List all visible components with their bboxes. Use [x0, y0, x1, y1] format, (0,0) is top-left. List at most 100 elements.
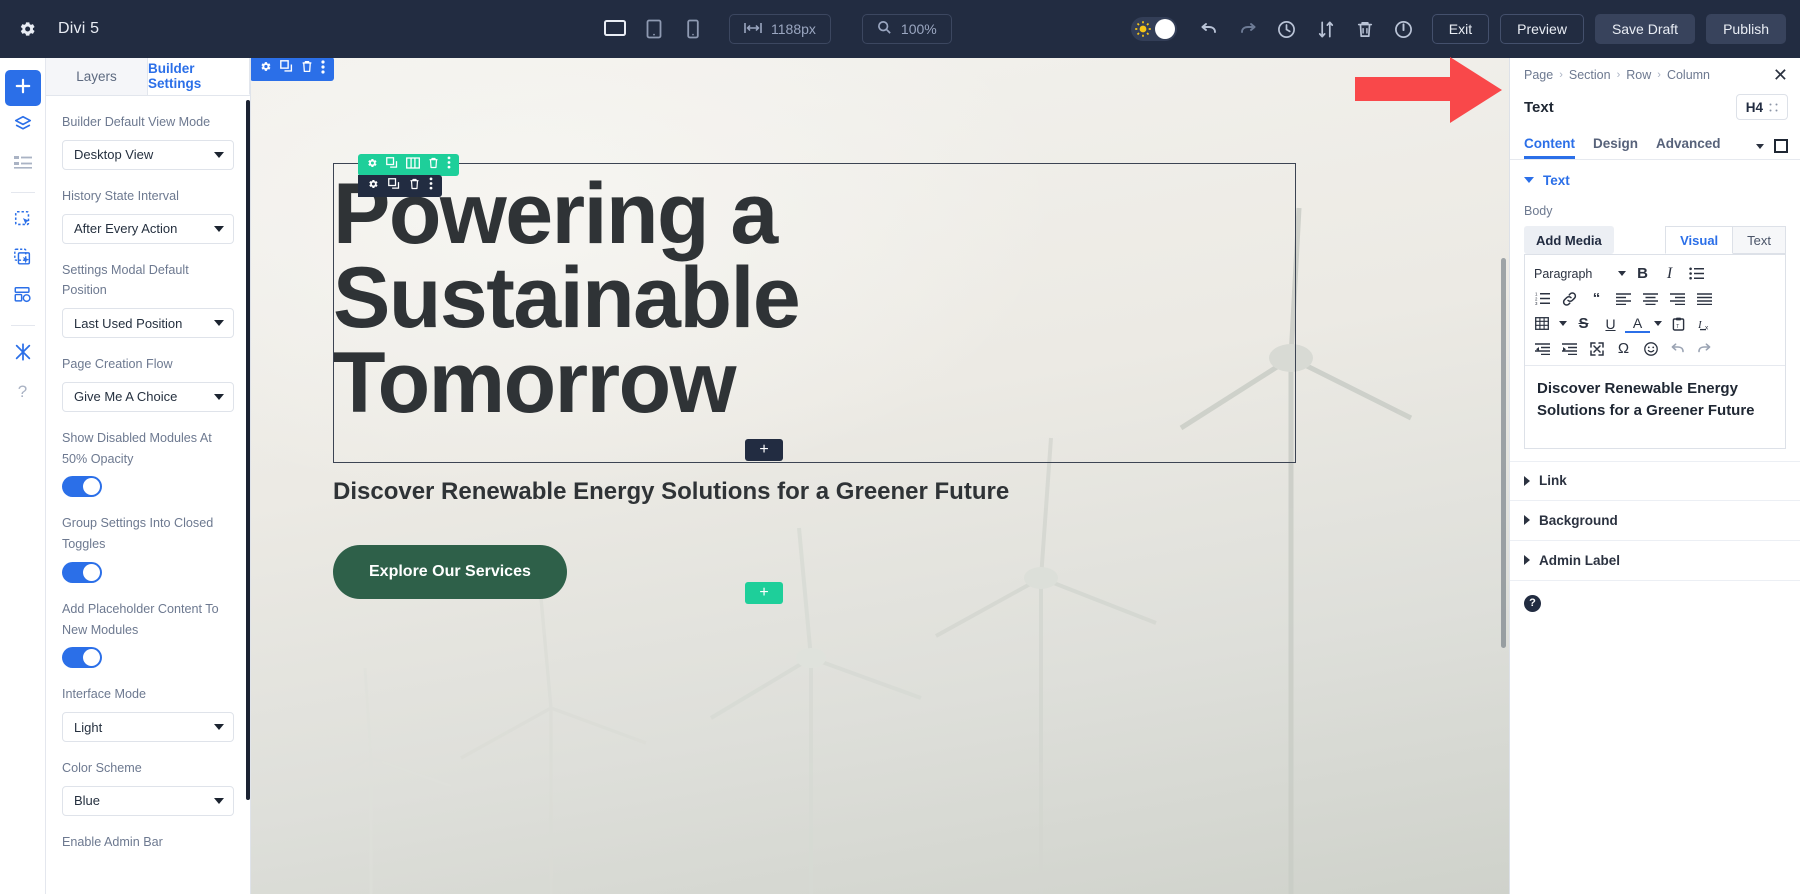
trash-icon[interactable]	[409, 177, 420, 195]
explore-our-services-button[interactable]: Explore Our Services	[333, 545, 567, 599]
tab-text[interactable]: Text	[1733, 226, 1786, 254]
group-background-header[interactable]: Background	[1510, 501, 1800, 541]
bulleted-list-icon[interactable]	[1684, 262, 1709, 286]
emoji-icon[interactable]	[1638, 337, 1663, 361]
zoom-level-field[interactable]: 100%	[862, 14, 952, 44]
numbered-list-icon[interactable]: 123	[1530, 287, 1555, 311]
text-color-icon[interactable]: A	[1625, 314, 1650, 333]
fullscreen-icon[interactable]	[1584, 337, 1609, 361]
align-justify-icon[interactable]	[1692, 287, 1717, 311]
tab-content[interactable]: Content	[1524, 136, 1575, 159]
close-icon[interactable]: ✕	[1773, 66, 1788, 84]
text-color-caret[interactable]	[1652, 312, 1664, 336]
select-page-creation-flow[interactable]: Give Me A Choice	[62, 382, 234, 412]
bold-icon[interactable]: B	[1630, 262, 1655, 286]
hero-subheading[interactable]: Discover Renewable Energy Solutions for …	[333, 478, 1009, 506]
add-row-button[interactable]: +	[745, 582, 783, 604]
redo-icon[interactable]	[1692, 337, 1717, 361]
outdent-icon[interactable]	[1530, 337, 1555, 361]
table-icon[interactable]	[1530, 312, 1555, 336]
chevron-down-icon[interactable]	[1756, 144, 1764, 149]
multiselect-button[interactable]	[5, 241, 41, 277]
duplicate-icon[interactable]	[280, 60, 293, 78]
row-toolbar[interactable]	[358, 154, 459, 176]
publish-button[interactable]: Publish	[1706, 14, 1786, 44]
duplicate-icon[interactable]	[386, 156, 398, 174]
exit-button[interactable]: Exit	[1432, 14, 1489, 44]
select-settings-modal-default-position[interactable]: Last Used Position	[62, 308, 234, 338]
undo-icon[interactable]	[1665, 337, 1690, 361]
tab-builder-settings[interactable]: Builder Settings	[148, 58, 250, 95]
italic-icon[interactable]: I	[1657, 262, 1682, 286]
tab-design[interactable]: Design	[1593, 136, 1638, 159]
table-dropdown-caret[interactable]	[1557, 312, 1569, 336]
strikethrough-icon[interactable]: S	[1571, 312, 1596, 336]
more-vertical-icon[interactable]	[321, 60, 325, 79]
toggle-add-placeholder-content[interactable]	[62, 647, 102, 668]
help-button[interactable]: ?	[5, 374, 41, 410]
group-link-header[interactable]: Link	[1510, 461, 1800, 501]
columns-icon[interactable]	[406, 156, 420, 174]
format-select[interactable]: Paragraph	[1530, 262, 1628, 286]
select-element-button[interactable]	[5, 203, 41, 239]
expand-panel-icon[interactable]	[1774, 139, 1788, 153]
underline-icon[interactable]: U	[1598, 312, 1623, 336]
redo-button[interactable]	[1231, 12, 1265, 46]
add-module-button[interactable]	[5, 70, 41, 106]
preview-button[interactable]: Preview	[1500, 14, 1584, 44]
clear-formatting-icon[interactable]: Ix	[1693, 312, 1718, 336]
module-toolbar[interactable]	[358, 175, 442, 197]
question-circle-icon[interactable]: ?	[1524, 595, 1541, 612]
gear-icon[interactable]	[16, 18, 38, 40]
gear-icon[interactable]	[367, 177, 379, 195]
gear-icon[interactable]	[366, 156, 378, 174]
breadcrumb-item-page[interactable]: Page	[1524, 68, 1553, 82]
trash-icon[interactable]	[301, 60, 313, 78]
paste-icon[interactable]: T	[1666, 312, 1691, 336]
select-history-state-interval[interactable]: After Every Action	[62, 214, 234, 244]
align-center-icon[interactable]	[1638, 287, 1663, 311]
breadcrumb-item-row[interactable]: Row	[1626, 68, 1651, 82]
more-vertical-icon[interactable]	[429, 177, 433, 195]
tab-layers[interactable]: Layers	[46, 58, 148, 95]
canvas-width-field[interactable]: 1188px	[729, 14, 831, 44]
power-button[interactable]	[1387, 12, 1421, 46]
align-right-icon[interactable]	[1665, 287, 1690, 311]
duplicate-icon[interactable]	[388, 177, 400, 195]
toggle-show-disabled-modules[interactable]	[62, 476, 102, 497]
add-module-inline-button[interactable]: +	[745, 439, 783, 461]
special-character-icon[interactable]: Ω	[1611, 337, 1636, 361]
light-dark-mode-toggle[interactable]	[1131, 17, 1177, 41]
desktop-view-button[interactable]	[600, 14, 630, 44]
trash-icon[interactable]	[428, 156, 439, 174]
blockquote-icon[interactable]: “	[1584, 287, 1609, 311]
sort-button[interactable]	[1309, 12, 1343, 46]
group-admin-label-header[interactable]: Admin Label	[1510, 541, 1800, 581]
trash-button[interactable]	[1348, 12, 1382, 46]
group-text-header[interactable]: Text	[1510, 160, 1800, 200]
tab-advanced[interactable]: Advanced	[1656, 136, 1721, 159]
tools-button[interactable]	[5, 336, 41, 372]
phone-view-button[interactable]	[678, 14, 708, 44]
heading-level-selector[interactable]: H4	[1736, 94, 1788, 120]
section-toolbar[interactable]	[251, 58, 334, 81]
breadcrumb-item-column[interactable]: Column	[1667, 68, 1710, 82]
add-media-button[interactable]: Add Media	[1524, 226, 1614, 254]
indent-icon[interactable]	[1557, 337, 1582, 361]
toggle-group-settings[interactable]	[62, 562, 102, 583]
more-vertical-icon[interactable]	[447, 156, 451, 174]
gear-icon[interactable]	[259, 60, 272, 78]
list-view-button[interactable]	[5, 146, 41, 182]
canvas-scrollbar[interactable]	[1501, 258, 1506, 648]
save-draft-button[interactable]: Save Draft	[1595, 14, 1695, 44]
undo-button[interactable]	[1192, 12, 1226, 46]
tablet-view-button[interactable]	[639, 14, 669, 44]
hero-heading[interactable]: Powering a Sustainable Tomorrow	[333, 172, 953, 425]
editor-content[interactable]: Discover Renewable Energy Solutions for …	[1525, 366, 1785, 448]
wireframe-button[interactable]	[5, 279, 41, 315]
align-left-icon[interactable]	[1611, 287, 1636, 311]
tab-visual[interactable]: Visual	[1665, 226, 1733, 254]
select-color-scheme[interactable]: Blue	[62, 786, 234, 816]
select-interface-mode[interactable]: Light	[62, 712, 234, 742]
page-canvas[interactable]: Powering a Sustainable Tomorrow + Discov…	[251, 58, 1509, 894]
